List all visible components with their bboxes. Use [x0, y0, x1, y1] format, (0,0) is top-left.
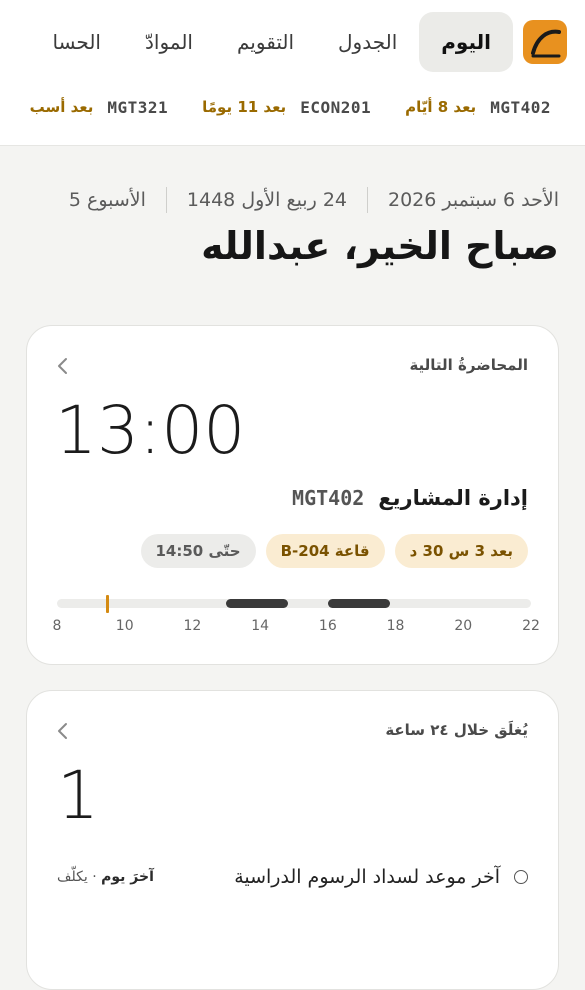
deadline-due: بعد 11 يومًا [202, 98, 287, 116]
task-day: آخرَ يوم [101, 869, 154, 885]
timeline-tick-label: 14 [251, 618, 270, 634]
next-lecture-card[interactable]: المحاضرةُ التالية 13:00 إدارة المشاريع M… [26, 325, 559, 665]
starts-in-badge: بعد 3 س 30 د [394, 534, 528, 568]
tab-account[interactable]: الحسا [30, 12, 123, 72]
timeline-track [57, 599, 531, 608]
deadline-item[interactable]: ECON201 بعد 11 يومًا [202, 92, 371, 122]
date-line: الأحد 6 سبتمبر 2026 24 ربيع الأول 1448 ا… [69, 186, 559, 214]
timeline-tick-label: 12 [183, 618, 202, 634]
task-note: · يكلّف [57, 869, 102, 885]
timeline-ticks: 8 10 12 14 16 18 20 22 [53, 618, 540, 638]
timeline-tick-label: 16 [318, 618, 337, 634]
deadline-strip: MGT402 بعد 8 أيّام ECON201 بعد 11 يومًا … [30, 92, 551, 122]
deadline-due: بعد أسب [29, 98, 94, 116]
app-logo-icon[interactable] [523, 20, 567, 64]
deadline-course: MGT321 [107, 97, 169, 117]
course-line: إدارة المشاريع MGT402 [292, 486, 528, 510]
page-title: صباح الخير، عبدالله [201, 224, 559, 268]
tab-today[interactable]: اليوم [419, 12, 513, 72]
deadline-course: ECON201 [300, 97, 372, 117]
timeline-tick-label: 22 [522, 618, 540, 634]
tab-courses[interactable]: الموادّ [123, 12, 215, 72]
tab-calendar[interactable]: التقويم [215, 12, 316, 72]
closing-soon-card[interactable]: يُغلَق خلال ٢٤ ساعة 1 آخر موعد لسداد الر… [26, 690, 559, 990]
timeline-tick-label: 20 [454, 618, 473, 634]
gregorian-date: الأحد 6 سبتمبر 2026 [388, 189, 559, 211]
main-nav-tabs: اليوم الجدول التقويم الموادّ الحسا [30, 12, 513, 72]
top-bar: اليوم الجدول التقويم الموادّ الحسا MGT40… [0, 0, 585, 146]
divider [165, 187, 167, 213]
divider [367, 187, 368, 213]
timeline-tick-label: 8 [52, 618, 62, 634]
task-main: آخر موعد لسداد الرسوم الدراسية [234, 866, 528, 888]
deadline-due: بعد 8 أيّام [405, 98, 477, 116]
task-title: آخر موعد لسداد الرسوم الدراسية [234, 866, 500, 888]
timeline-tick-label: 10 [115, 618, 134, 634]
lecture-time: 13:00 [55, 392, 246, 469]
deadline-course: MGT402 [490, 97, 551, 117]
timeline-tick-label: 18 [386, 618, 405, 634]
task-checkbox[interactable] [514, 870, 528, 884]
end-time-badge: حتّى 14:50 [140, 534, 256, 568]
task-row[interactable]: آخر موعد لسداد الرسوم الدراسية آخرَ يوم … [57, 863, 528, 891]
room-badge: قاعة B-204 [265, 534, 385, 568]
deadline-item[interactable]: MGT402 بعد 8 أيّام [405, 92, 551, 122]
current-time-marker [106, 595, 110, 613]
task-meta: آخرَ يوم · يكلّف [57, 869, 154, 885]
course-name: إدارة المشاريع [378, 486, 528, 510]
day-timeline [57, 595, 531, 613]
week-number: الأسبوع 5 [68, 189, 146, 211]
lecture-chips: بعد 3 س 30 د قاعة B-204 حتّى 14:50 [140, 534, 528, 568]
closing-count: 1 [57, 757, 99, 834]
lecture-block [327, 599, 390, 608]
chevron-left-icon[interactable] [55, 356, 71, 376]
hijri-date: 24 ربيع الأول 1448 [186, 189, 347, 211]
chevron-left-icon[interactable] [55, 721, 71, 741]
card-label: المحاضرةُ التالية [409, 356, 528, 374]
lecture-block [226, 599, 289, 608]
course-code: MGT402 [292, 486, 365, 510]
deadline-item[interactable]: MGT321 بعد أسب [30, 92, 169, 122]
tab-schedule[interactable]: الجدول [316, 12, 419, 72]
card-label: يُغلَق خلال ٢٤ ساعة [385, 721, 528, 739]
